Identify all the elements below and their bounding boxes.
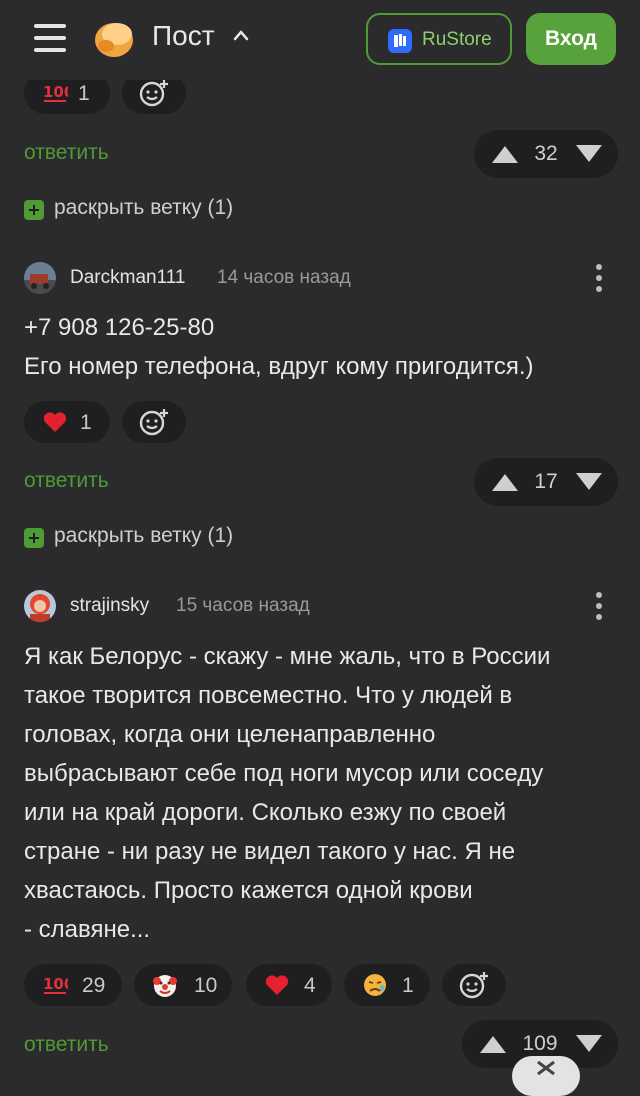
reaction-count: 1 <box>402 974 414 997</box>
upvote-triangle-icon[interactable] <box>490 472 520 492</box>
hamburger-menu-icon[interactable] <box>30 22 70 56</box>
pikabu-logo-icon[interactable] <box>92 16 136 60</box>
expand-thread-link[interactable]: раскрыть ветку (1) <box>24 196 284 224</box>
more-vertical-icon[interactable] <box>594 592 604 622</box>
login-button[interactable]: Вход <box>526 13 616 65</box>
more-vertical-icon[interactable] <box>594 264 604 294</box>
expand-thread-link[interactable]: раскрыть ветку (1) <box>24 524 284 552</box>
heart-icon <box>265 975 289 995</box>
comment-text: +7 908 126-25-80 Его номер телефона, вдру… <box>24 308 534 386</box>
reaction-count: 4 <box>304 974 316 997</box>
page-title[interactable]: Пост <box>152 20 215 52</box>
hundred-points-icon: 100 <box>43 975 68 994</box>
rating-value: 17 <box>534 470 558 493</box>
svg-text:100: 100 <box>43 975 68 993</box>
svg-text:100: 100 <box>43 83 68 101</box>
rustore-label: RuStore <box>422 29 492 50</box>
collapse-button[interactable] <box>512 1056 580 1096</box>
reaction-chip-heart[interactable]: 1 <box>24 401 110 443</box>
downvote-triangle-icon[interactable] <box>574 1034 604 1054</box>
reaction-count: 1 <box>78 82 90 105</box>
reaction-chip-heart[interactable]: 4 <box>246 964 332 1006</box>
upvote-triangle-icon[interactable] <box>490 144 520 164</box>
expand-thread-label: раскрыть ветку (1) <box>54 196 234 219</box>
login-label: Вход <box>545 27 597 50</box>
comment-text: Я как Белорус - скажу - мне жаль, что в … <box>24 637 550 949</box>
comment-line: или на край дороги. Сколько езжу по свое… <box>24 799 507 826</box>
rustore-icon <box>388 29 412 53</box>
downvote-triangle-icon[interactable] <box>574 144 604 164</box>
rustore-button[interactable]: RuStore <box>366 13 512 65</box>
comment-author[interactable]: strajinsky <box>70 595 149 617</box>
comment-line: +7 908 126-25-80 <box>24 314 215 341</box>
plus-square-icon <box>24 528 44 548</box>
comment-line: головах, когда они целенаправленно <box>24 721 436 748</box>
downvote-triangle-icon[interactable] <box>574 472 604 492</box>
comment-time: 15 часов назад <box>176 595 310 616</box>
sad-face-icon <box>364 974 386 996</box>
comment-line: Я как Белорус - скажу - мне жаль, что в … <box>24 643 551 670</box>
reaction-chip-sad[interactable]: 1 <box>344 964 430 1006</box>
vote-control: 17 <box>474 458 618 506</box>
rating-value: 32 <box>534 142 558 165</box>
reply-link[interactable]: ответить <box>24 1033 109 1057</box>
close-icon <box>537 1060 555 1076</box>
reaction-chip-hundred[interactable]: 100 29 <box>24 964 122 1006</box>
reaction-chip-clown[interactable]: 10 <box>134 964 232 1006</box>
expand-thread-label: раскрыть ветку (1) <box>54 524 234 547</box>
rating-value: 109 <box>522 1032 558 1055</box>
top-bar: Пост RuStore Вход <box>0 0 640 80</box>
comment-line: - славяне... <box>24 916 151 943</box>
chevron-up-icon[interactable] <box>232 26 250 44</box>
hundred-points-icon: 100 <box>43 83 68 102</box>
add-reaction-button[interactable] <box>122 401 186 443</box>
comment-line: стране - ни разу не видел такого у нас. … <box>24 838 516 865</box>
add-reaction-icon <box>139 80 168 107</box>
comment-line: хвастаюсь. Просто кажется одной крови <box>24 877 473 904</box>
comment-author[interactable]: Darckman111 <box>70 267 185 289</box>
add-reaction-button[interactable] <box>442 964 506 1006</box>
reply-link[interactable]: ответить <box>24 141 109 165</box>
vote-control: 32 <box>474 130 618 178</box>
reaction-count: 10 <box>194 974 218 997</box>
upvote-triangle-icon[interactable] <box>478 1034 508 1054</box>
reaction-count: 29 <box>82 974 106 997</box>
comment-line: Его номер телефона, вдруг кому пригодитс… <box>24 353 534 380</box>
comment-line: такое творится повсеместно. Что у людей … <box>24 682 513 709</box>
comment-line: выбрасывают себе под ноги мусор или сосе… <box>24 760 544 787</box>
comment-time: 14 часов назад <box>217 267 351 288</box>
reply-link[interactable]: ответить <box>24 469 109 493</box>
plus-square-icon <box>24 200 44 220</box>
heart-icon <box>43 412 67 432</box>
avatar[interactable] <box>24 262 56 294</box>
avatar[interactable] <box>24 590 56 622</box>
add-reaction-icon <box>139 409 168 436</box>
reaction-count: 1 <box>80 411 92 434</box>
clown-face-icon <box>153 975 177 997</box>
add-reaction-icon <box>459 972 488 999</box>
